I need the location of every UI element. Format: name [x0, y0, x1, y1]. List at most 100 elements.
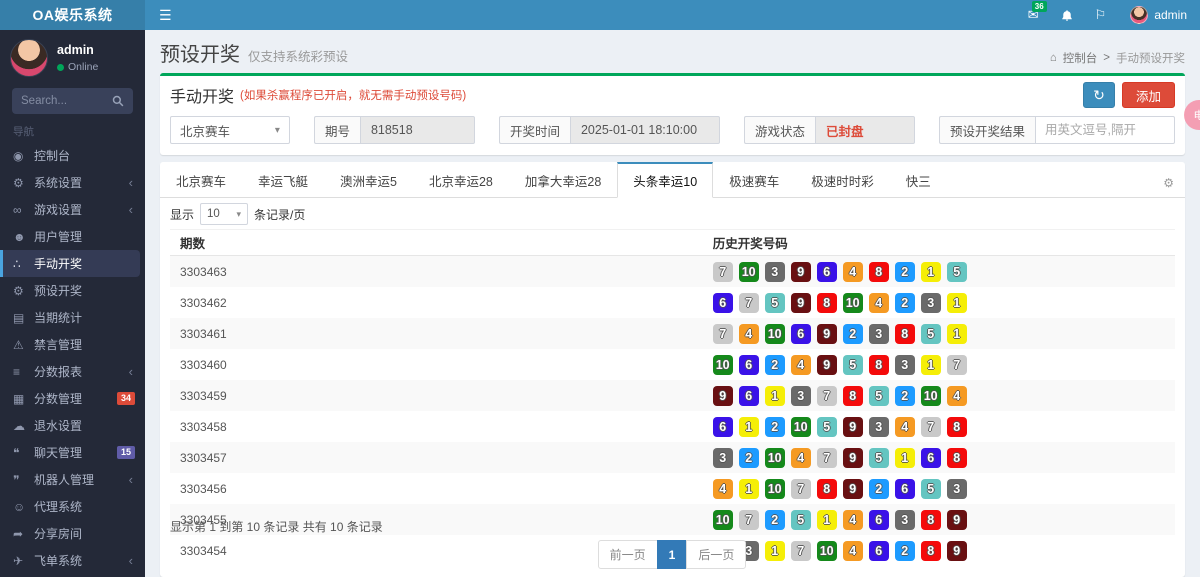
number-ball: 10: [739, 262, 759, 282]
app-brand[interactable]: OA娱乐系统: [0, 0, 145, 30]
notifications-menu[interactable]: [1050, 0, 1084, 30]
tab-jsssc[interactable]: 极速时时彩: [795, 162, 890, 198]
number-ball: 4: [791, 355, 811, 375]
number-ball: 6: [739, 355, 759, 375]
per-page-select[interactable]: 10 ▾: [200, 203, 248, 225]
game-select[interactable]: 北京赛车 ▾: [170, 116, 290, 144]
sidebar-item-score-report[interactable]: ≡分数报表‹: [0, 358, 145, 385]
dashboard-icon: ◉: [13, 149, 34, 163]
ball-group: 10624958317: [713, 355, 1175, 375]
breadcrumb-separator: >: [1103, 52, 1110, 64]
sidebar-item-robot-management[interactable]: ❞机器人管理‹: [0, 466, 145, 493]
main-layout: admin Online 导航 ◉控制台⚙系统设置‹∞游戏设置‹☻用户管理∴手动…: [0, 30, 1200, 577]
period-value: 3303459: [180, 389, 227, 403]
search-button[interactable]: [112, 95, 124, 107]
number-ball: 6: [739, 386, 759, 406]
search-input[interactable]: [21, 95, 112, 107]
flag-icon: ⚐: [1095, 7, 1107, 23]
column-header-numbers: 历史开奖号码: [713, 233, 1175, 252]
number-ball: 7: [713, 324, 733, 344]
home-icon: ⌂: [1050, 52, 1057, 64]
flags-menu[interactable]: ⚐: [1084, 0, 1118, 30]
history-panel: 北京赛车幸运飞艇澳洲幸运5北京幸运28加拿大幸运28头条幸运10极速赛车极速时时…: [160, 162, 1185, 577]
sidebar-item-preset-draw[interactable]: ⚙预设开奖: [0, 277, 145, 304]
period-value: 3303460: [180, 358, 227, 372]
sidebar-item-current-stats[interactable]: ▤当期统计: [0, 304, 145, 331]
floating-widget[interactable]: 电: [1184, 100, 1200, 130]
number-ball: 7: [817, 386, 837, 406]
user-menu[interactable]: admin: [1117, 6, 1200, 24]
number-ball: 4: [739, 324, 759, 344]
sidebar-item-system-settings[interactable]: ⚙系统设置‹: [0, 169, 145, 196]
sidebar-item-label: 系统设置: [34, 174, 129, 191]
refresh-button[interactable]: ↻: [1083, 82, 1115, 108]
number-ball: 4: [947, 386, 967, 406]
number-ball: 6: [713, 417, 733, 437]
number-ball: 1: [947, 324, 967, 344]
prev-page-button[interactable]: 前一页: [598, 540, 658, 569]
number-ball: 6: [713, 293, 733, 313]
messages-menu[interactable]: ✉ 36: [1017, 0, 1050, 30]
sidebar-toggle-icon[interactable]: ☰: [145, 0, 186, 30]
breadcrumb-home[interactable]: 控制台: [1063, 50, 1098, 66]
number-ball: 10: [791, 417, 811, 437]
numbers-cell: 10624958317: [713, 355, 1175, 375]
sidebar-item-label: 分数报表: [34, 363, 129, 380]
add-button[interactable]: 添加: [1122, 82, 1175, 108]
tab-jndxy28[interactable]: 加拿大幸运28: [509, 162, 617, 198]
period-value: 3303457: [180, 451, 227, 465]
sidebar-item-fly-order-system[interactable]: ✈飞单系统‹: [0, 547, 145, 574]
tab-bjxy28[interactable]: 北京幸运28: [413, 162, 509, 198]
number-ball: 9: [817, 324, 837, 344]
period-cell: 3303457: [170, 449, 713, 467]
sidebar-item-label: 手动开奖: [34, 255, 130, 272]
number-ball: 6: [817, 262, 837, 282]
navbar-icons: ✉ 36 ⚐ admin: [1017, 0, 1200, 30]
sidebar-item-user-management[interactable]: ☻用户管理: [0, 223, 145, 250]
search-icon: [112, 95, 124, 107]
online-dot-icon: [57, 64, 64, 71]
online-status-label: Online: [68, 61, 98, 73]
sidebar-item-share-room[interactable]: ➦分享房间: [0, 520, 145, 547]
tab-jssc[interactable]: 极速赛车: [713, 162, 795, 198]
chevron-left-icon: ‹: [129, 175, 135, 190]
tab-ks[interactable]: 快三: [890, 162, 947, 198]
number-ball: 8: [895, 324, 915, 344]
number-ball: 10: [921, 386, 941, 406]
tab-bjsc[interactable]: 北京赛车: [160, 162, 242, 198]
game-status-value: 已封盘: [815, 116, 915, 144]
sidebar-item-console[interactable]: ◉控制台: [0, 142, 145, 169]
tabs-settings-gear-icon[interactable]: ⚙: [1152, 169, 1185, 197]
tab-xyft[interactable]: 幸运飞艇: [242, 162, 324, 198]
sidebar-item-chat-management[interactable]: ❝聊天管理15: [0, 439, 145, 466]
sidebar-item-label: 分数管理: [34, 390, 117, 407]
database-icon: ▦: [13, 392, 34, 406]
panel-title: 手动开奖: [170, 83, 234, 107]
next-page-button[interactable]: 后一页: [686, 540, 746, 569]
number-ball: 10: [843, 293, 863, 313]
preset-result-input[interactable]: [1035, 116, 1175, 144]
sidebar-nav-label: 导航: [0, 122, 145, 142]
number-ball: 8: [869, 262, 889, 282]
table-header-row: 期数 历史开奖号码: [170, 229, 1175, 256]
page-title: 预设开奖: [160, 38, 240, 67]
period-value: 3303463: [180, 265, 227, 279]
sidebar-item-label: 退水设置: [34, 417, 135, 434]
number-ball: 7: [713, 262, 733, 282]
sidebar-item-agent-system[interactable]: ☺代理系统: [0, 493, 145, 520]
sidebar-item-mute-management[interactable]: ⚠禁言管理: [0, 331, 145, 358]
number-ball: 3: [791, 386, 811, 406]
sidebar-item-score-management[interactable]: ▦分数管理34: [0, 385, 145, 412]
chat-icon: ❝: [13, 446, 34, 460]
draw-time-label: 开奖时间: [499, 116, 570, 144]
sidebar-item-rebate-settings[interactable]: ☁退水设置: [0, 412, 145, 439]
avatar: [10, 39, 48, 77]
tab-azxy5[interactable]: 澳洲幸运5: [324, 162, 413, 198]
sidebar-badge: 34: [117, 392, 135, 405]
current-page-button[interactable]: 1: [657, 540, 688, 569]
sidebar-item-game-settings[interactable]: ∞游戏设置‹: [0, 196, 145, 223]
sidebar-item-manual-draw[interactable]: ∴手动开奖: [0, 250, 140, 277]
number-ball: 2: [895, 293, 915, 313]
number-ball: 10: [765, 479, 785, 499]
tab-ttxy10[interactable]: 头条幸运10: [617, 162, 713, 198]
